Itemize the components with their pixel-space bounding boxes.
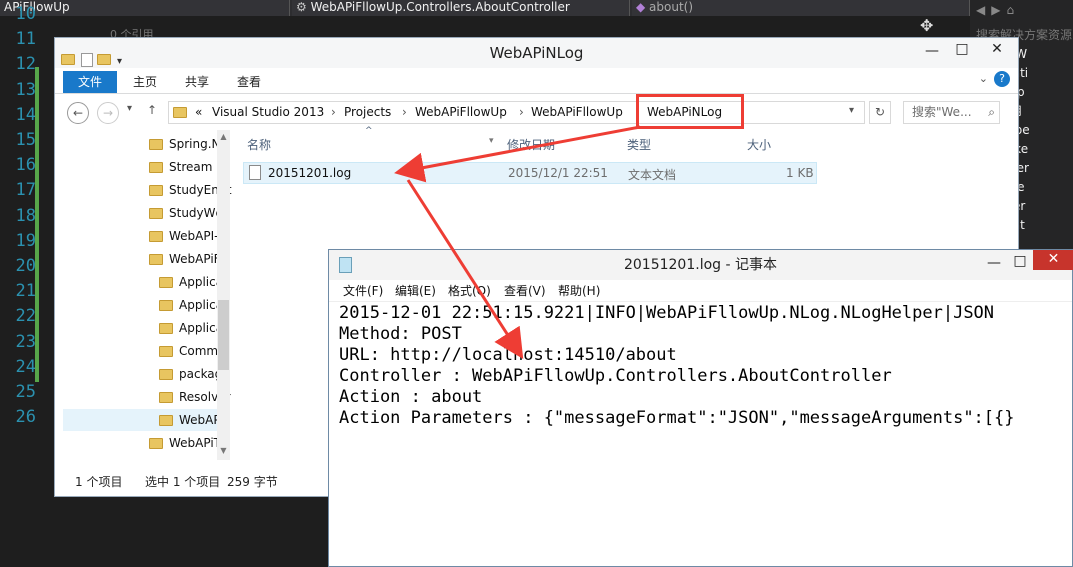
annotation-arrows bbox=[394, 125, 641, 360]
arrow-to-file bbox=[394, 125, 641, 183]
arrow-to-notepad bbox=[406, 179, 524, 360]
